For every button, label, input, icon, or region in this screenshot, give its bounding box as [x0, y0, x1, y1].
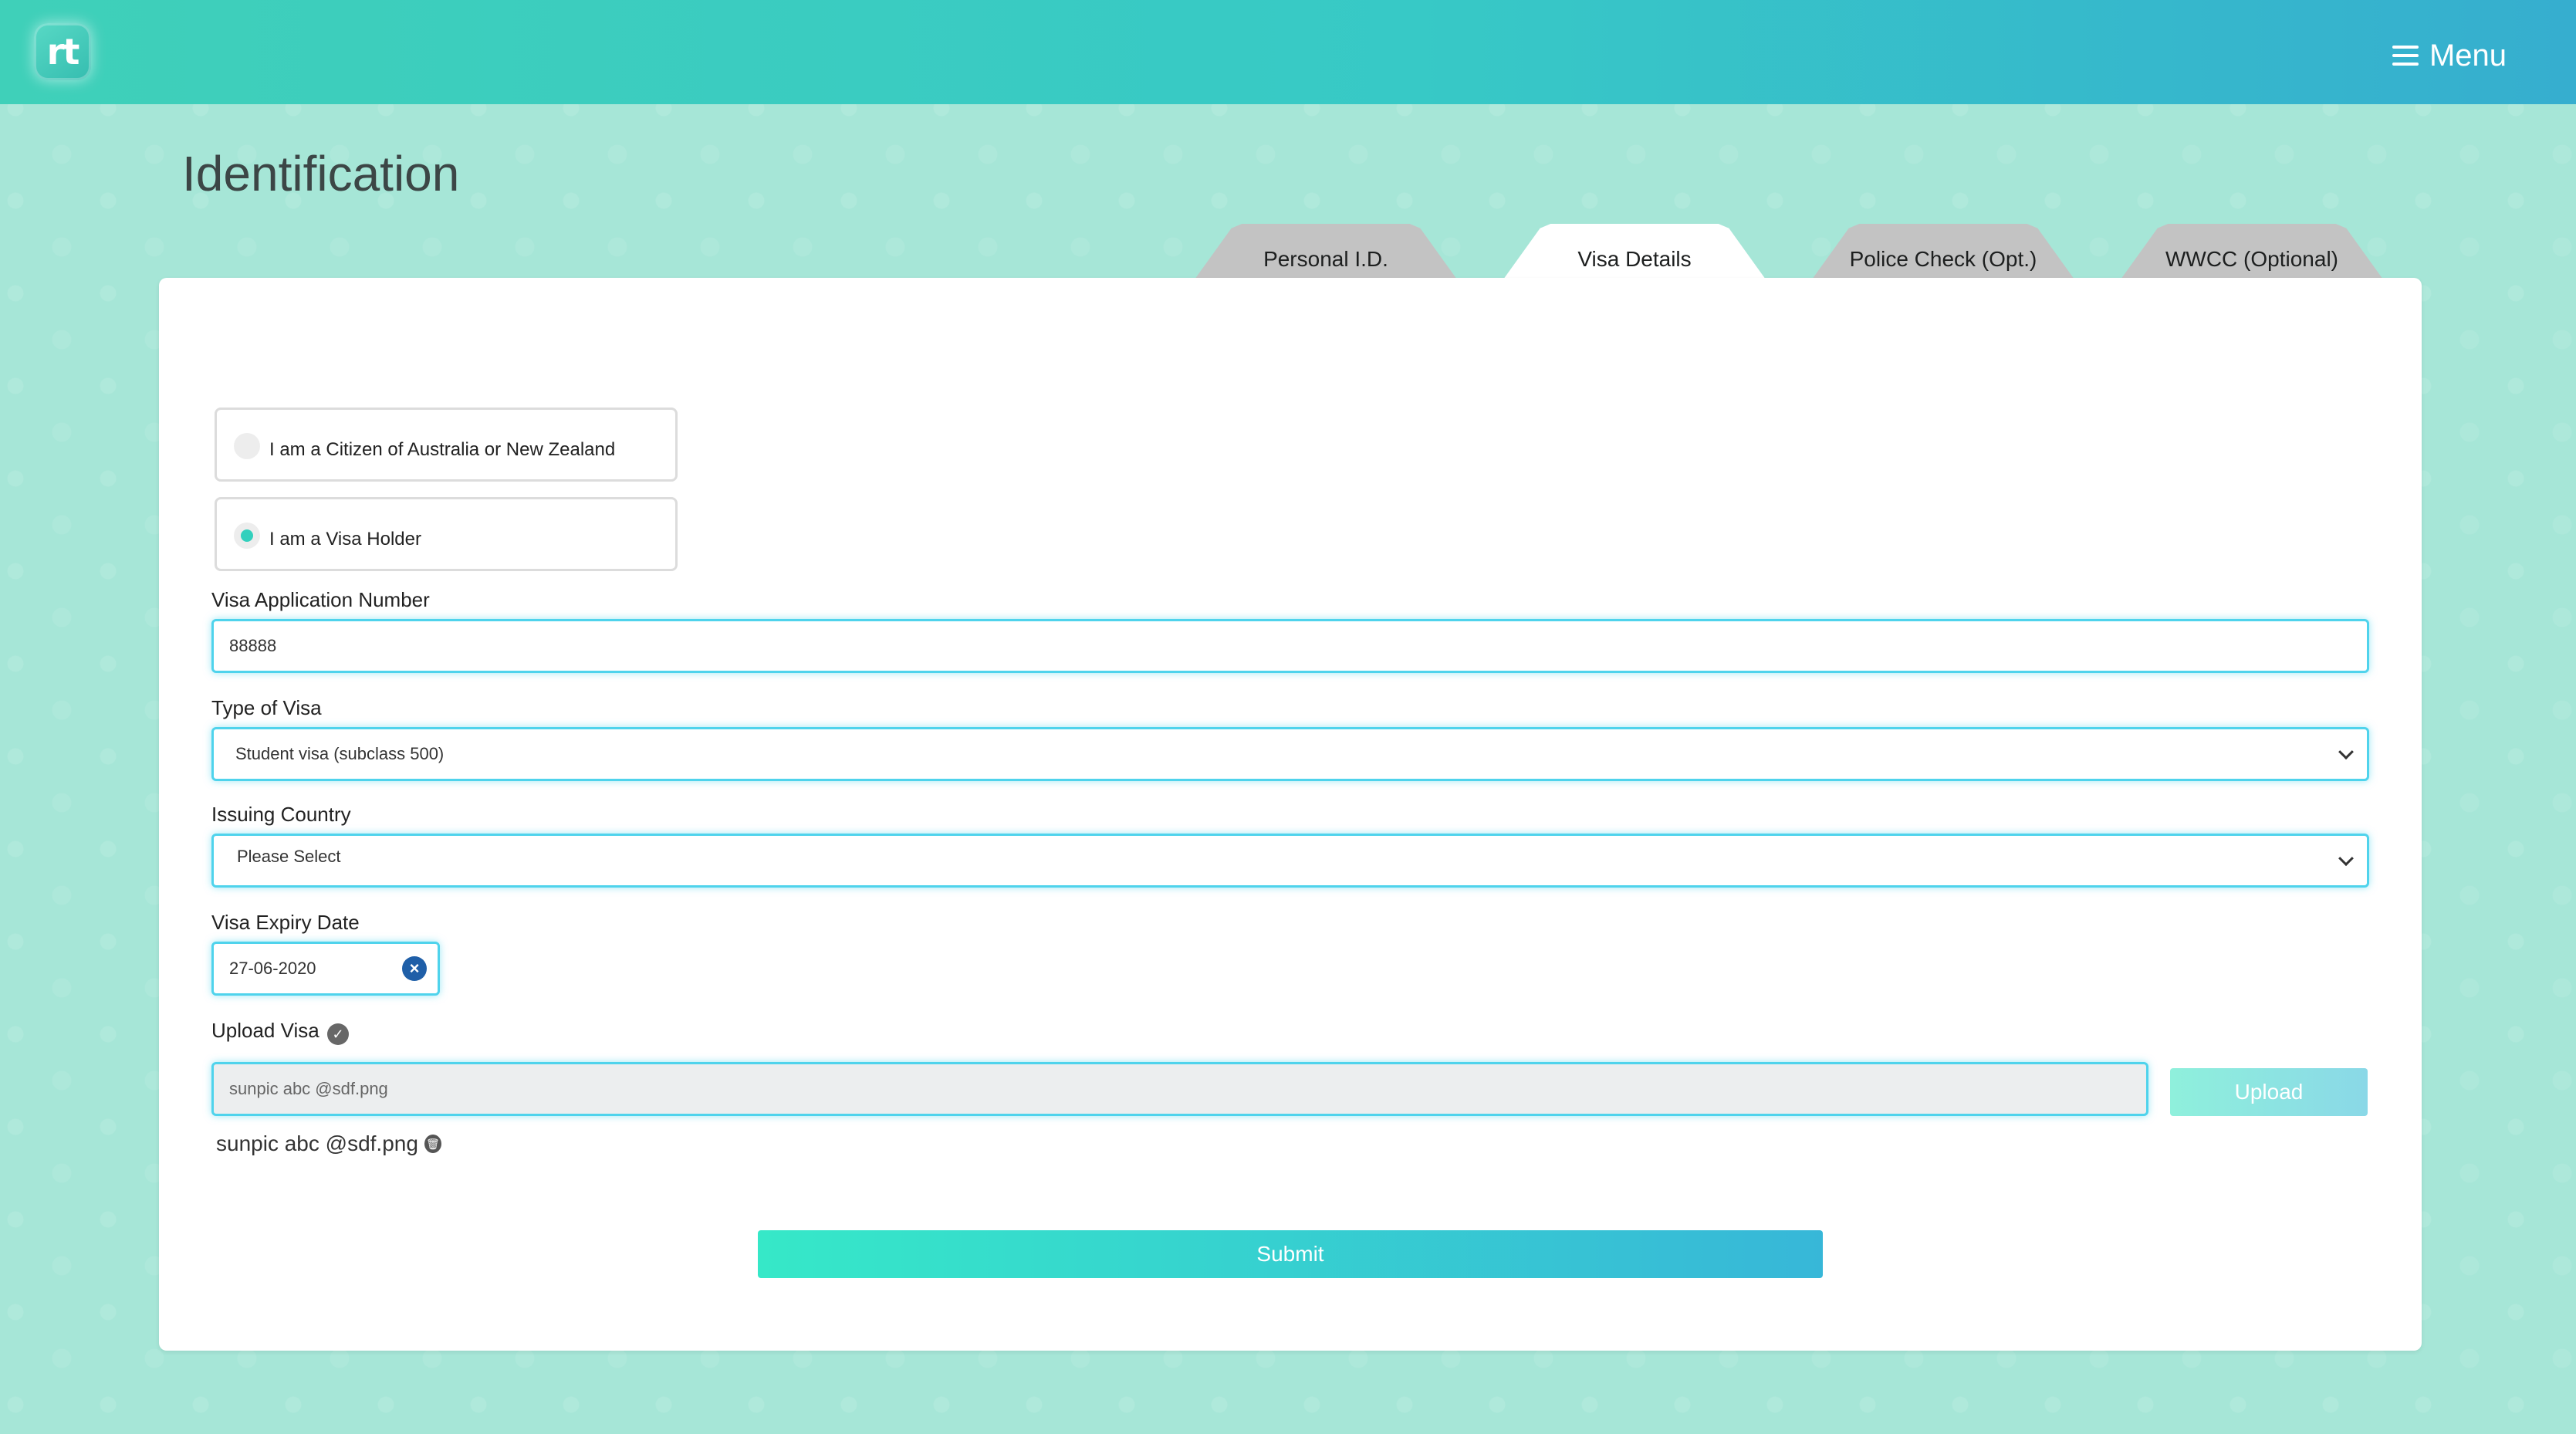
uploaded-file-name: sunpic abc @sdf.png	[216, 1131, 418, 1155]
menu-button[interactable]: Menu	[2392, 36, 2507, 76]
logo-text: rt	[46, 31, 80, 73]
radio-checked-icon[interactable]	[234, 523, 260, 549]
upload-visa-label: Upload Visa	[211, 1019, 319, 1042]
radio-citizen[interactable]: I am a Citizen of Australia or New Zeala…	[215, 408, 678, 482]
file-name-value: sunpic abc @sdf.png	[229, 1079, 388, 1098]
delete-file-icon[interactable]: 🗑	[424, 1135, 441, 1153]
radio-unchecked-icon[interactable]	[234, 433, 260, 459]
tab-label: Visa Details	[1577, 247, 1692, 271]
tab-police-check[interactable]: Police Check (Opt.)	[1812, 224, 2074, 279]
input-value: 27-06-2020	[229, 959, 316, 978]
visa-details-card: I am a Citizen of Australia or New Zeala…	[159, 278, 2422, 1351]
upload-visa-file-input[interactable]: sunpic abc @sdf.png	[211, 1062, 2148, 1116]
top-header: rt Menu	[0, 0, 2576, 104]
radio-label: I am a Visa Holder	[269, 529, 421, 550]
check-circle-icon: ✓	[327, 1023, 349, 1045]
tab-visa-details[interactable]: Visa Details	[1503, 224, 1766, 279]
hamburger-icon	[2392, 46, 2419, 66]
tab-personal-id[interactable]: Personal I.D.	[1195, 224, 1457, 279]
tab-bar: Personal I.D. Visa Details Police Check …	[0, 224, 2576, 279]
submit-button[interactable]: Submit	[758, 1230, 1823, 1278]
type-of-visa-select[interactable]: Student visa (subclass 500)	[211, 727, 2369, 781]
visa-application-number-label: Visa Application Number	[211, 588, 430, 611]
select-value: Please Select	[237, 847, 341, 866]
select-value: Student visa (subclass 500)	[235, 744, 445, 763]
tab-wwcc[interactable]: WWCC (Optional)	[2121, 224, 2383, 279]
input-value: 88888	[229, 636, 277, 655]
tab-label: Personal I.D.	[1263, 247, 1388, 271]
tab-label: Police Check (Opt.)	[1849, 247, 2037, 271]
issuing-country-select[interactable]: Please Select	[211, 834, 2369, 888]
radio-visa-holder[interactable]: I am a Visa Holder	[215, 497, 678, 571]
app-logo[interactable]: rt	[34, 23, 91, 80]
chevron-down-icon	[2338, 744, 2354, 760]
upload-button[interactable]: Upload	[2170, 1068, 2368, 1116]
visa-expiry-date-label: Visa Expiry Date	[211, 911, 360, 934]
radio-label: I am a Citizen of Australia or New Zeala…	[269, 439, 616, 460]
visa-expiry-date-input[interactable]: 27-06-2020 ×	[211, 942, 440, 996]
clear-date-icon[interactable]: ×	[402, 956, 427, 981]
uploaded-file-item: sunpic abc @sdf.png 🗑	[216, 1131, 441, 1156]
chevron-down-icon	[2338, 851, 2354, 867]
visa-application-number-input[interactable]: 88888	[211, 619, 2369, 673]
type-of-visa-label: Type of Visa	[211, 696, 322, 719]
tab-label: WWCC (Optional)	[2165, 247, 2338, 271]
issuing-country-label: Issuing Country	[211, 803, 351, 826]
menu-label: Menu	[2429, 38, 2507, 73]
page-title: Identification	[182, 146, 460, 201]
